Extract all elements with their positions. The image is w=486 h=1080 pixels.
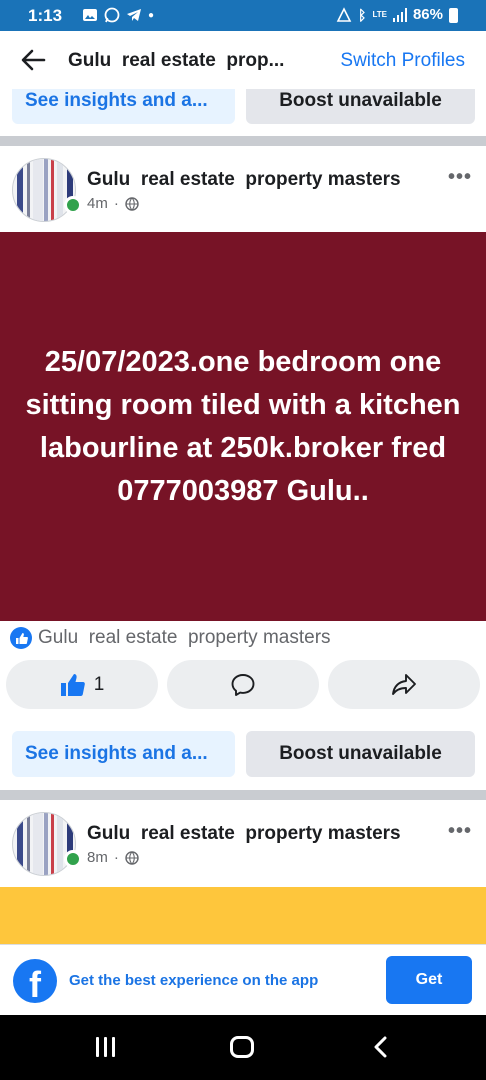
post-content: 25/07/2023.one bedroom one sitting room … (0, 232, 486, 621)
boost-button[interactable]: Boost unavailable (246, 731, 475, 777)
post-text: 25/07/2023.one bedroom one sitting room … (25, 345, 461, 507)
battery-icon (449, 8, 458, 23)
battery-level: 86% (412, 6, 443, 23)
reactions-summary[interactable]: Gulu real estate property masters (10, 627, 331, 649)
like-filled-icon (60, 673, 85, 696)
top-app-bar-front: Gulu real estate prop... Switch Profiles (0, 31, 486, 88)
alarm-icon (336, 6, 352, 22)
post-time[interactable]: 8m (87, 849, 108, 866)
status-bar: 1:13 ● ᛒ LTE 86% (0, 0, 486, 31)
status-time: 1:13 (28, 6, 63, 25)
see-insights-button[interactable]: See insights and a... (12, 731, 235, 777)
globe-icon (125, 196, 139, 211)
separator-dot: · (113, 849, 119, 866)
app-promo-bar: f Get the best experience on the app Get (0, 944, 486, 1015)
post-meta: 8m · (87, 849, 139, 866)
telegram-icon (127, 9, 141, 21)
post-meta: 4m · (87, 195, 139, 212)
more-options-icon[interactable]: ••• (448, 166, 472, 189)
page-title: Gulu real estate prop... (68, 50, 285, 71)
facebook-logo-icon: f (13, 959, 57, 1003)
whatsapp-icon (104, 7, 120, 23)
like-reaction-icon (10, 627, 32, 649)
comment-icon (231, 673, 255, 696)
notification-icons: ● (82, 7, 154, 23)
bluetooth-icon: ᛒ (358, 6, 367, 23)
post-time[interactable]: 4m (87, 195, 108, 212)
post-header: Gulu real estate property masters 4m · •… (0, 146, 486, 236)
more-options-icon[interactable]: ••• (448, 820, 472, 843)
post-author[interactable]: Gulu real estate property masters (87, 823, 401, 845)
app-promo-text: Get the best experience on the app (69, 972, 319, 989)
globe-icon (125, 850, 139, 865)
like-button[interactable]: 1 (6, 660, 158, 709)
lte-icon: LTE (372, 9, 387, 19)
post-content (0, 887, 486, 947)
avatar[interactable] (12, 158, 76, 222)
post-author[interactable]: Gulu real estate property masters (87, 169, 401, 191)
avatar[interactable] (12, 812, 76, 876)
share-button[interactable] (328, 660, 480, 709)
post-divider (0, 790, 486, 800)
system-nav-bar (0, 1015, 486, 1080)
home-icon[interactable] (230, 1036, 254, 1058)
dot-icon: ● (148, 9, 155, 21)
online-status-dot (64, 850, 82, 868)
nav-back-icon[interactable] (370, 1035, 392, 1059)
comment-button[interactable] (167, 660, 319, 709)
switch-profiles-link[interactable]: Switch Profiles (340, 50, 465, 72)
system-icons: ᛒ LTE 86% (336, 6, 458, 23)
get-app-button[interactable]: Get (386, 956, 472, 1004)
reactions-by: Gulu real estate property masters (38, 627, 331, 648)
online-status-dot (64, 196, 82, 214)
recent-apps-icon[interactable] (96, 1037, 115, 1057)
back-arrow-icon[interactable] (18, 45, 48, 75)
separator-dot: · (113, 195, 119, 212)
like-count: 1 (93, 673, 105, 695)
gallery-icon (83, 9, 97, 21)
post-header: Gulu real estate property masters 8m · •… (0, 800, 486, 890)
signal-icon (392, 7, 407, 22)
post-divider (0, 136, 486, 146)
share-icon (392, 673, 416, 695)
